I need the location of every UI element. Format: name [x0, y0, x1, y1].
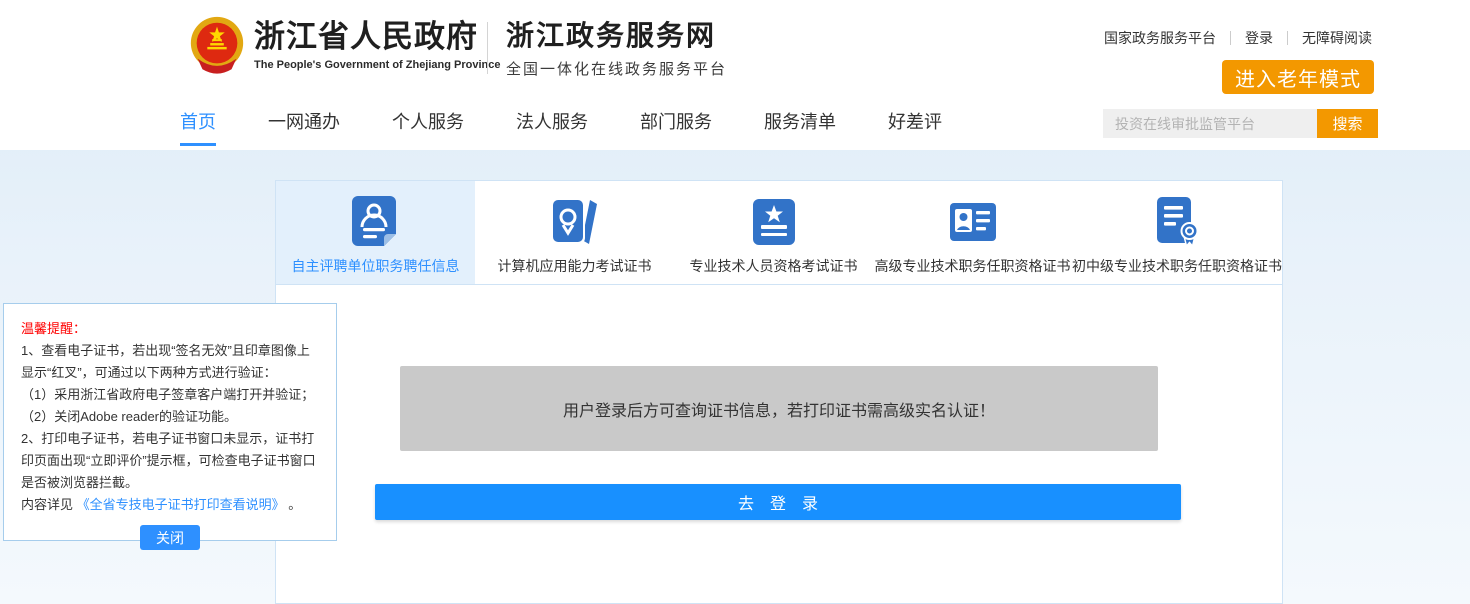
- header: 浙江省人民政府 The People's Government of Zheji…: [0, 0, 1470, 150]
- popup-detail-link[interactable]: 《全省专技电子证书打印查看说明》: [77, 497, 285, 512]
- link-separator: [1287, 31, 1288, 45]
- tab-label: 计算机应用能力考试证书: [498, 256, 652, 276]
- seal-document-icon: [1151, 194, 1203, 250]
- nav-item-service-list[interactable]: 服务清单: [764, 108, 836, 134]
- search-button[interactable]: 搜索: [1317, 109, 1378, 138]
- tab-professional-exam-cert[interactable]: 专业技术人员资格考试证书: [674, 181, 873, 284]
- link-national-platform[interactable]: 国家政务服务平台: [1104, 28, 1216, 48]
- popup-item1: 1、查看电子证书，若出现“签名无效”且印章图像上显示“红叉”，可通过以下两种方式…: [21, 340, 319, 384]
- tab-label: 专业技术人员资格考试证书: [690, 256, 858, 276]
- login-notice-box: 用户登录后方可查询证书信息，若打印证书需高级实名认证！: [400, 366, 1158, 451]
- top-links: 国家政务服务平台 登录 无障碍阅读: [1104, 28, 1372, 48]
- nav-item-one-stop[interactable]: 一网通办: [268, 108, 340, 134]
- gov-title: 浙江省人民政府: [254, 18, 501, 56]
- reminder-popup: 温馨提醒： 1、查看电子证书，若出现“签名无效”且印章图像上显示“红叉”，可通过…: [3, 303, 337, 541]
- star-certificate-icon: [748, 194, 800, 250]
- site-title-service: 浙江政务服务网 全国一体化在线政务服务平台: [506, 20, 727, 79]
- popup-title: 温馨提醒：: [21, 318, 319, 340]
- national-emblem-icon: [186, 12, 248, 78]
- tab-self-appointment-info[interactable]: 自主评聘单位职务聘任信息: [276, 181, 475, 284]
- tab-label: 高级专业技术职务任职资格证书: [875, 256, 1071, 276]
- tab-label: 初中级专业技术职务任职资格证书: [1072, 256, 1282, 276]
- link-login[interactable]: 登录: [1245, 28, 1273, 48]
- search-input[interactable]: [1103, 109, 1317, 138]
- go-login-button[interactable]: 去 登 录: [375, 484, 1181, 520]
- nav-item-rating[interactable]: 好差评: [888, 108, 942, 134]
- person-document-icon: [350, 194, 402, 250]
- service-title: 浙江政务服务网: [506, 20, 727, 54]
- popup-item1-sub2: （2）关闭Adobe reader的验证功能。: [21, 406, 319, 428]
- popup-detail-line: 内容详见 《全省专技电子证书打印查看说明》 。: [21, 494, 319, 516]
- link-accessibility[interactable]: 无障碍阅读: [1302, 28, 1372, 48]
- page: 浙江省人民政府 The People's Government of Zheji…: [0, 0, 1470, 604]
- nav-item-legal-person[interactable]: 法人服务: [516, 108, 588, 134]
- nav-item-department[interactable]: 部门服务: [640, 108, 712, 134]
- elder-mode-button[interactable]: 进入老年模式: [1222, 60, 1374, 94]
- id-card-icon: [947, 194, 999, 250]
- main-nav: 首页 一网通办 个人服务 法人服务 部门服务 服务清单 好差评: [180, 108, 942, 134]
- search-bar: 搜索: [1103, 109, 1378, 138]
- tab-label: 自主评聘单位职务聘任信息: [292, 256, 460, 276]
- nav-item-home[interactable]: 首页: [180, 108, 216, 134]
- certificate-tabs: 自主评聘单位职务聘任信息 计算机应用能力考试证书: [276, 181, 1282, 285]
- nav-item-personal[interactable]: 个人服务: [392, 108, 464, 134]
- popup-detail-prefix: 内容详见: [21, 497, 77, 512]
- popup-item2: 2、打印电子证书，若电子证书窗口未显示，证书打印页面出现“立即评价”提示框，可检…: [21, 428, 319, 494]
- gov-subtitle: The People's Government of Zhejiang Prov…: [254, 59, 501, 71]
- popup-close-button[interactable]: 关闭: [140, 525, 200, 550]
- popup-detail-suffix: 。: [285, 497, 302, 512]
- popup-item1-sub1: （1）采用浙江省政府电子签章客户端打开并验证；: [21, 384, 319, 406]
- tab-senior-qualification-cert[interactable]: 高级专业技术职务任职资格证书: [873, 181, 1072, 284]
- medal-certificate-icon: [549, 194, 601, 250]
- service-subtitle: 全国一体化在线政务服务平台: [506, 58, 727, 79]
- header-divider: [487, 22, 488, 74]
- site-title-government: 浙江省人民政府 The People's Government of Zheji…: [254, 18, 501, 71]
- tab-computer-ability-cert[interactable]: 计算机应用能力考试证书: [475, 181, 674, 284]
- tab-junior-qualification-cert[interactable]: 初中级专业技术职务任职资格证书: [1072, 181, 1282, 284]
- link-separator: [1230, 31, 1231, 45]
- content-panel: 自主评聘单位职务聘任信息 计算机应用能力考试证书: [275, 180, 1283, 604]
